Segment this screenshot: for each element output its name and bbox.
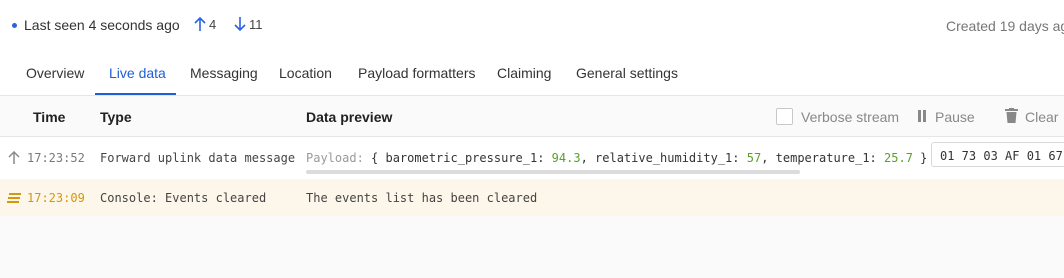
column-header-type: Type [100, 109, 132, 125]
verbose-stream-checkbox[interactable] [776, 108, 793, 125]
event-type: Console: Events cleared [100, 191, 267, 205]
payload-key: barometric_pressure_1: [385, 151, 552, 165]
payload-key: relative_humidity_1: [595, 151, 747, 165]
clear-button[interactable]: Clear [1025, 109, 1058, 125]
pause-icon[interactable] [917, 110, 927, 122]
preview-scrollbar[interactable] [306, 170, 800, 174]
event-data-preview: Payload: { barometric_pressure_1: 94.3, … [306, 151, 927, 165]
payload-key: temperature_1: [775, 151, 885, 165]
active-tab-indicator [95, 93, 176, 95]
events-list-empty-area [0, 216, 1064, 278]
tab-location[interactable]: Location [279, 65, 332, 81]
trash-icon[interactable] [1005, 108, 1018, 123]
column-header-data-preview: Data preview [306, 109, 393, 125]
events-table-header: Time Type Data preview Verbose stream Pa… [0, 96, 1064, 137]
payload-close-brace: } [920, 151, 928, 165]
payload-value: 94.3 [551, 151, 581, 165]
lines-icon [7, 193, 21, 203]
payload-value: 57 [746, 151, 762, 165]
pause-button[interactable]: Pause [935, 109, 975, 125]
tab-general-settings[interactable]: General settings [576, 65, 678, 81]
downlink-count: 11 [249, 17, 263, 32]
raw-payload-hex: 01 73 03 AF 01 67 01 [931, 142, 1064, 167]
event-row[interactable]: 17:23:52 Forward uplink data message Pay… [0, 137, 1064, 179]
event-type: Forward uplink data message [100, 151, 296, 165]
downlink-arrow-icon [234, 17, 246, 32]
payload-separator: , [761, 151, 776, 165]
tab-payload-formatters[interactable]: Payload formatters [358, 65, 476, 81]
device-status-bar: Last seen 4 seconds ago 4 11 Created 19 … [0, 0, 1064, 52]
payload-open-brace: { [363, 151, 386, 165]
event-row[interactable]: 17:23:09 Console: Events cleared The eve… [0, 179, 1064, 216]
event-time: 17:23:09 [27, 191, 85, 205]
uplink-count: 4 [209, 17, 217, 32]
device-tabs: Overview Live data Messaging Location Pa… [0, 52, 1064, 96]
tab-messaging[interactable]: Messaging [190, 65, 258, 81]
payload-label: Payload: [306, 151, 364, 165]
tab-live-data[interactable]: Live data [109, 65, 166, 81]
online-status-dot [12, 23, 17, 28]
uplink-arrow-icon [194, 16, 206, 31]
created-date: Created 19 days ago [946, 18, 1064, 34]
last-seen-text: Last seen 4 seconds ago [24, 17, 180, 33]
event-data-preview: The events list has been cleared [306, 191, 538, 205]
event-time: 17:23:52 [27, 151, 85, 165]
arrow-up-icon [8, 151, 20, 164]
tab-claiming[interactable]: Claiming [497, 65, 551, 81]
verbose-stream-label[interactable]: Verbose stream [801, 109, 899, 125]
column-header-time: Time [33, 109, 66, 125]
tab-overview[interactable]: Overview [26, 65, 84, 81]
payload-separator: , [580, 151, 596, 165]
payload-value: 25.7 [884, 151, 913, 165]
